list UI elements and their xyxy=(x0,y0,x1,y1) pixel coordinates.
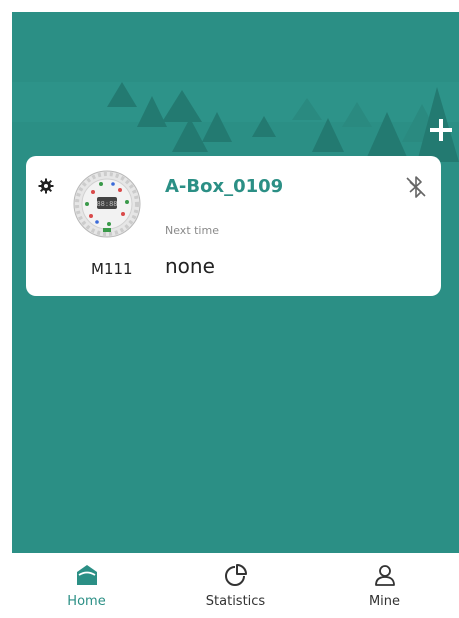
bottom-tab-bar: Home Statistics Mine xyxy=(12,553,459,618)
gear-icon[interactable] xyxy=(38,178,54,194)
user-icon xyxy=(374,565,395,586)
home-icon xyxy=(76,565,97,585)
tab-statistics[interactable]: Statistics xyxy=(161,553,310,618)
device-card[interactable]: 88:88 M111 A-Box_0109 Next time none xyxy=(26,156,441,296)
svg-text:88:88: 88:88 xyxy=(96,200,117,208)
tab-home[interactable]: Home xyxy=(12,553,161,618)
tab-statistics-label: Statistics xyxy=(205,594,266,609)
home-main-area: 88:88 M111 A-Box_0109 Next time none xyxy=(12,12,459,553)
device-model: M111 xyxy=(91,260,133,278)
add-device-button[interactable] xyxy=(427,116,455,144)
tab-mine-label: Mine xyxy=(368,594,401,609)
bluetooth-off-icon[interactable] xyxy=(403,174,429,200)
plus-icon xyxy=(430,119,452,141)
next-time-label: Next time xyxy=(165,224,219,237)
pie-chart-icon xyxy=(224,564,247,586)
device-name[interactable]: A-Box_0109 xyxy=(165,176,283,197)
tab-home-label: Home xyxy=(67,594,106,609)
device-image: 88:88 xyxy=(73,170,141,238)
tab-mine[interactable]: Mine xyxy=(310,553,459,618)
next-time-value: none xyxy=(165,254,215,278)
app-screen: 88:88 M111 A-Box_0109 Next time none Hom… xyxy=(12,12,459,618)
